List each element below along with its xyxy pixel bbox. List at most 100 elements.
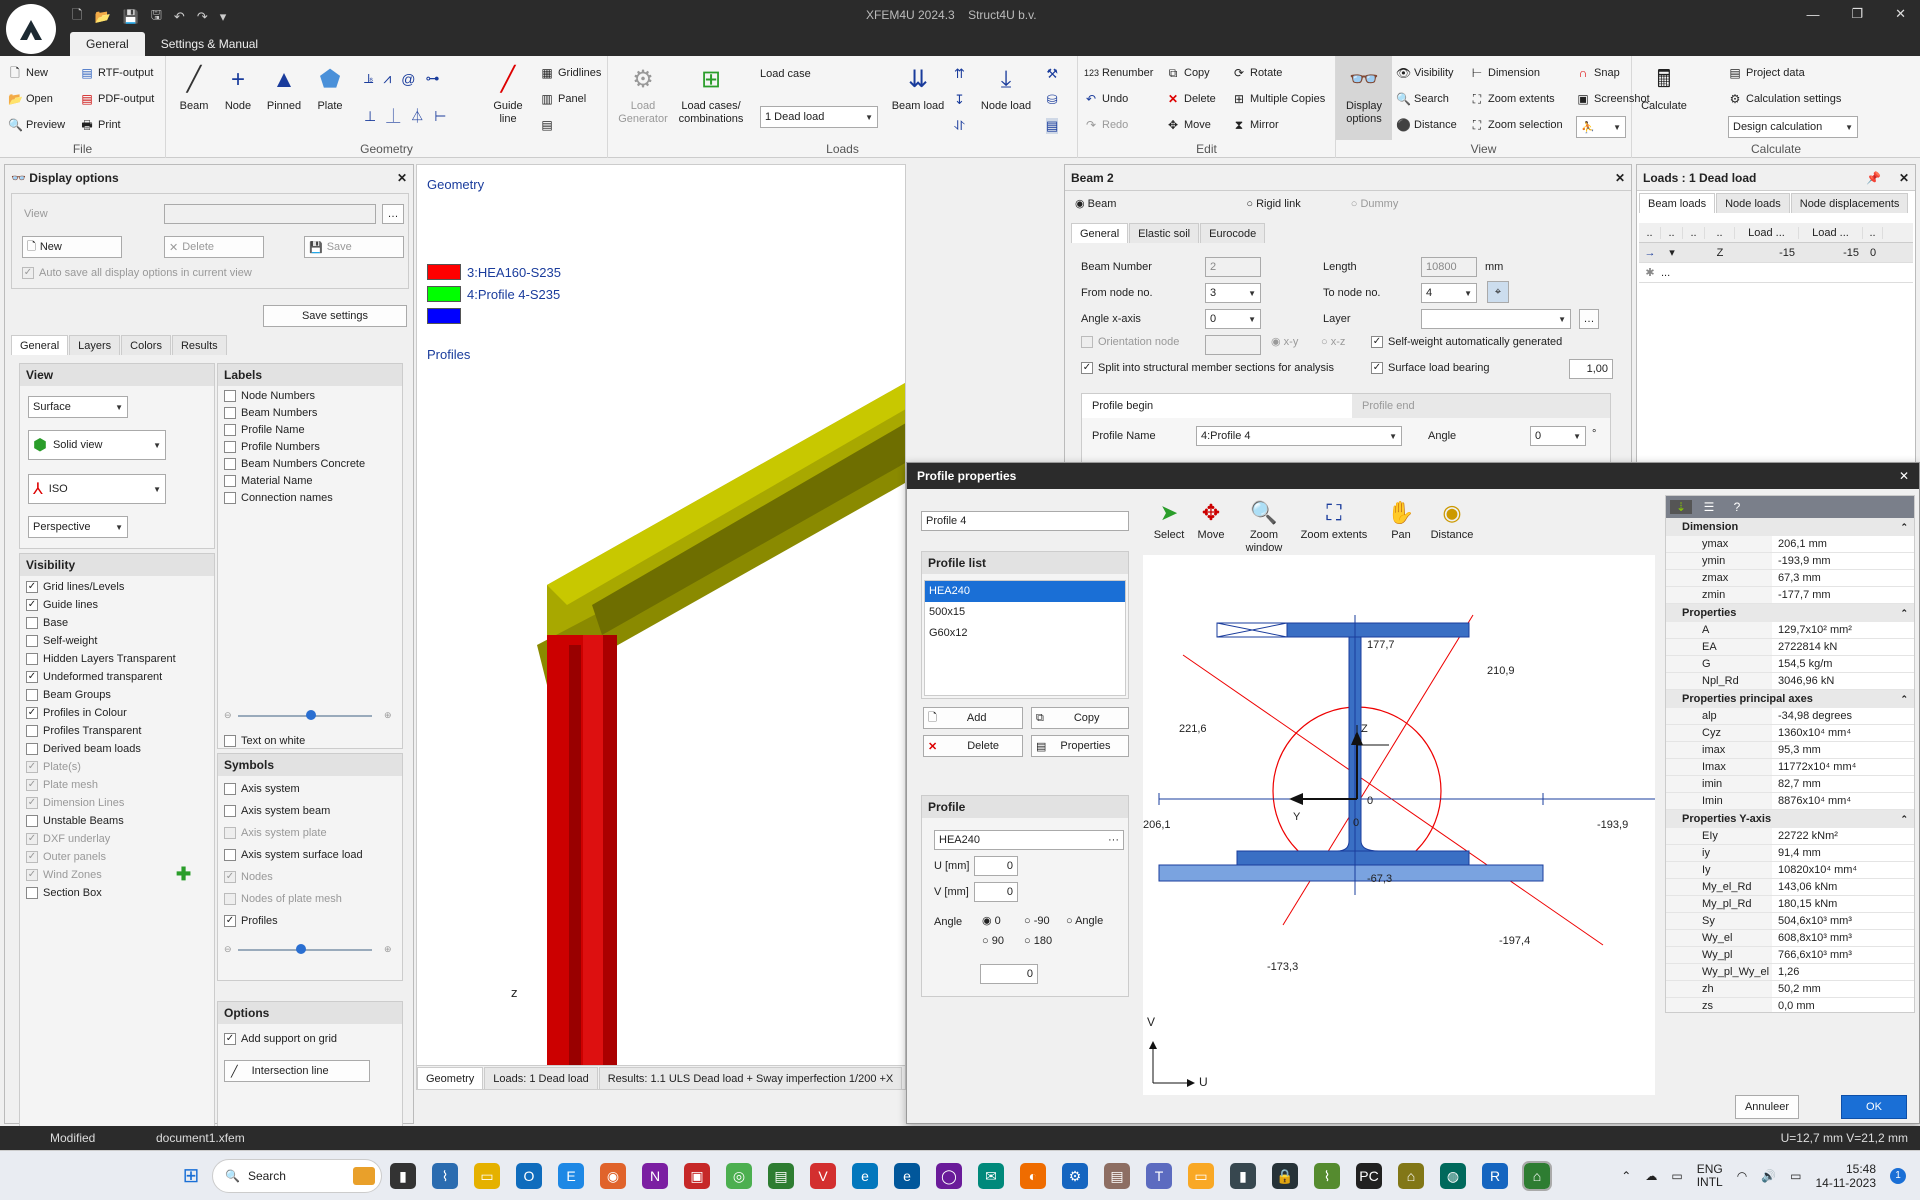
model-3d-view[interactable]: z (417, 165, 906, 1090)
node-load-button[interactable]: ⤓ Node load (980, 64, 1032, 113)
support-roller-icon[interactable]: ⏊ (386, 106, 400, 126)
delete-button[interactable]: ✕ Delete (1166, 92, 1216, 106)
pinned-button[interactable]: ▲ Pinned (264, 64, 304, 113)
taskbar-search[interactable]: 🔍 Search (212, 1158, 382, 1193)
language-indicator[interactable]: ENG INTL (1697, 1162, 1723, 1189)
moment-load-icon[interactable]: ⥯ (955, 118, 965, 134)
link-icon[interactable]: ⊶ (425, 70, 439, 87)
loads-tab-beam[interactable]: Beam loads (1639, 193, 1716, 213)
orientation-node-checkbox[interactable]: Orientation node (1081, 331, 1179, 353)
selfweight-checkbox[interactable]: Self-weight automatically generated (1371, 331, 1562, 353)
load-extra-cell[interactable]: 0 (1863, 247, 1883, 259)
support-side-icon[interactable]: ⊢ (434, 108, 446, 125)
close-dialog-icon[interactable]: ✕ (1899, 469, 1909, 483)
symbols-size-slider[interactable]: ⊖ ⊕ (224, 944, 394, 956)
symbol-checkbox[interactable]: Axis system (224, 778, 396, 800)
list-item[interactable]: 500x15 (925, 602, 1125, 623)
undo-icon[interactable]: ↶ (174, 9, 185, 25)
terminal-app-icon[interactable]: ▮ (390, 1162, 416, 1189)
network-icon[interactable]: ▭ (1671, 1169, 1682, 1183)
geometry-viewport[interactable]: Geometry 3:HEA160-S235 4:Profile 4-S235 P… (416, 164, 906, 1090)
viewport-tab-results[interactable]: Results: 1.1 ULS Dead load + Sway imperf… (598, 1066, 903, 1089)
text-on-white-checkbox[interactable]: Text on white (224, 730, 305, 752)
cancel-button[interactable]: Annuleer (1735, 1095, 1799, 1119)
visibility-checkbox[interactable]: Unstable Beams (26, 812, 208, 830)
sort-alpha-icon[interactable]: ☰ (1698, 500, 1720, 514)
properties-profile-button[interactable]: ▤ Properties (1031, 735, 1129, 757)
custom-angle-stepper[interactable]: 0 (980, 964, 1038, 984)
distributed-load-icon[interactable]: ⇈ (954, 66, 965, 82)
v-stepper[interactable]: 0 (974, 882, 1018, 902)
row-dropdown[interactable]: ▾ (1661, 246, 1683, 259)
copy-profile-button[interactable]: ⧉ Copy (1031, 707, 1129, 729)
angle-radio-180[interactable]: ○ 180 (1024, 930, 1052, 952)
symbol-checkbox[interactable]: Nodes of plate mesh (224, 888, 396, 910)
open-button[interactable]: 📂 Open (8, 92, 53, 106)
quick-access-dropdown-icon[interactable]: ▾ (220, 9, 227, 25)
chrome-icon[interactable]: ◎ (726, 1162, 752, 1189)
visibility-checkbox[interactable]: Base (26, 614, 208, 632)
edge-dev-icon[interactable]: e (894, 1162, 920, 1189)
tab-colors[interactable]: Colors (121, 335, 171, 355)
beam-tab-general[interactable]: General (1071, 223, 1129, 243)
app-logo[interactable] (6, 4, 56, 54)
wifi-icon[interactable]: ◠ (1737, 1169, 1747, 1183)
layer-select[interactable]: ▼ (1421, 309, 1571, 329)
collapse-icon[interactable]: ⌃ (1900, 810, 1908, 828)
visibility-checkbox[interactable]: Profiles in Colour (26, 704, 208, 722)
project-data-button[interactable]: ▤ Project data (1728, 66, 1804, 80)
visibility-checkbox[interactable]: Hidden Layers Transparent (26, 650, 208, 668)
profile-end-tab[interactable]: Profile end (1352, 393, 1610, 418)
load-display-icon[interactable]: ⛁ (1047, 92, 1058, 108)
load-table-icon[interactable]: ▤ (1046, 118, 1059, 134)
print-button[interactable]: 🖶 Print (80, 118, 120, 132)
u-stepper[interactable]: 0 (974, 856, 1018, 876)
battery-icon[interactable]: ▭ (1790, 1169, 1801, 1183)
ribbon-tab-settings[interactable]: Settings & Manual (145, 32, 274, 56)
angle-radio-0[interactable]: ◉ 0 (982, 910, 1001, 932)
support-clamped-icon[interactable]: ⊥ (364, 108, 376, 125)
visibility-checkbox[interactable]: DXF underlay (26, 830, 208, 848)
point-load-icon[interactable]: ↧ (954, 92, 965, 108)
undo-button[interactable]: ↶ Undo (1084, 92, 1128, 106)
view-mode-select[interactable]: ⛹ ▼ (1576, 116, 1626, 138)
gridlines-button[interactable]: ▦ Gridlines (540, 66, 601, 80)
load-end-cell[interactable]: -15 (1799, 247, 1863, 259)
to-node-select[interactable]: 4 ▼ (1421, 283, 1477, 303)
node-button[interactable]: + Node (220, 64, 256, 113)
guide-line-button[interactable]: ╱ Guide line (488, 64, 528, 126)
split-sections-checkbox[interactable]: Split into structural member sections fo… (1081, 357, 1334, 379)
sort-category-icon[interactable]: ⇣ (1670, 500, 1692, 514)
symbol-checkbox[interactable]: Axis system beam (224, 800, 396, 822)
vivaldi-icon[interactable]: V (810, 1162, 836, 1189)
tab-results[interactable]: Results (171, 335, 227, 355)
help-icon[interactable]: ? (1726, 500, 1748, 514)
pick-node-button[interactable]: ⌖ (1487, 281, 1509, 303)
save-as-icon[interactable]: 🖫 (151, 6, 162, 28)
mirror-button[interactable]: ⧗ Mirror (1232, 118, 1279, 132)
close-loads-icon[interactable]: ✕ (1899, 168, 1909, 188)
beam-button[interactable]: ╱ Beam (176, 64, 212, 113)
calculate-button[interactable]: 🖩 Calculate (1636, 64, 1692, 113)
loads-tab-displacements[interactable]: Node displacements (1790, 193, 1909, 213)
symbol-checkbox[interactable]: Nodes (224, 866, 396, 888)
lock-app-icon[interactable]: 🔒 (1272, 1162, 1298, 1189)
load-start-cell[interactable]: -15 (1735, 247, 1799, 259)
multiple-copies-button[interactable]: ⊞ Multiple Copies (1232, 92, 1325, 106)
restore-icon[interactable]: ❐ (1851, 6, 1863, 22)
tool-zoom-extents-button[interactable]: ⛶ Zoom extents (1299, 499, 1369, 542)
design-calculation-select[interactable]: Design calculation ▼ (1728, 116, 1858, 138)
visibility-checkbox[interactable]: Dimension Lines (26, 794, 208, 812)
intersection-line-button[interactable]: ╱ Intersection line (224, 1060, 370, 1082)
redo-icon[interactable]: ↷ (197, 9, 208, 25)
chart-app-icon[interactable]: ⌇ (432, 1162, 458, 1189)
column-header[interactable]: .. (1639, 226, 1661, 239)
save-icon[interactable]: 💾 (123, 9, 139, 25)
load-cases-button[interactable]: ⊞ Load cases/ combinations (676, 64, 746, 126)
globe-app-icon[interactable]: ◍ (1440, 1162, 1466, 1189)
angle-radio-minus90[interactable]: ○ -90 (1024, 910, 1050, 932)
collapse-icon[interactable]: ⌃ (1900, 518, 1908, 536)
profile-name-select[interactable]: 4:Profile 4 ▼ (1196, 426, 1402, 446)
windows-start-icon[interactable]: ⊞ (178, 1163, 204, 1189)
add-support-checkbox[interactable]: Add support on grid (224, 1028, 337, 1050)
